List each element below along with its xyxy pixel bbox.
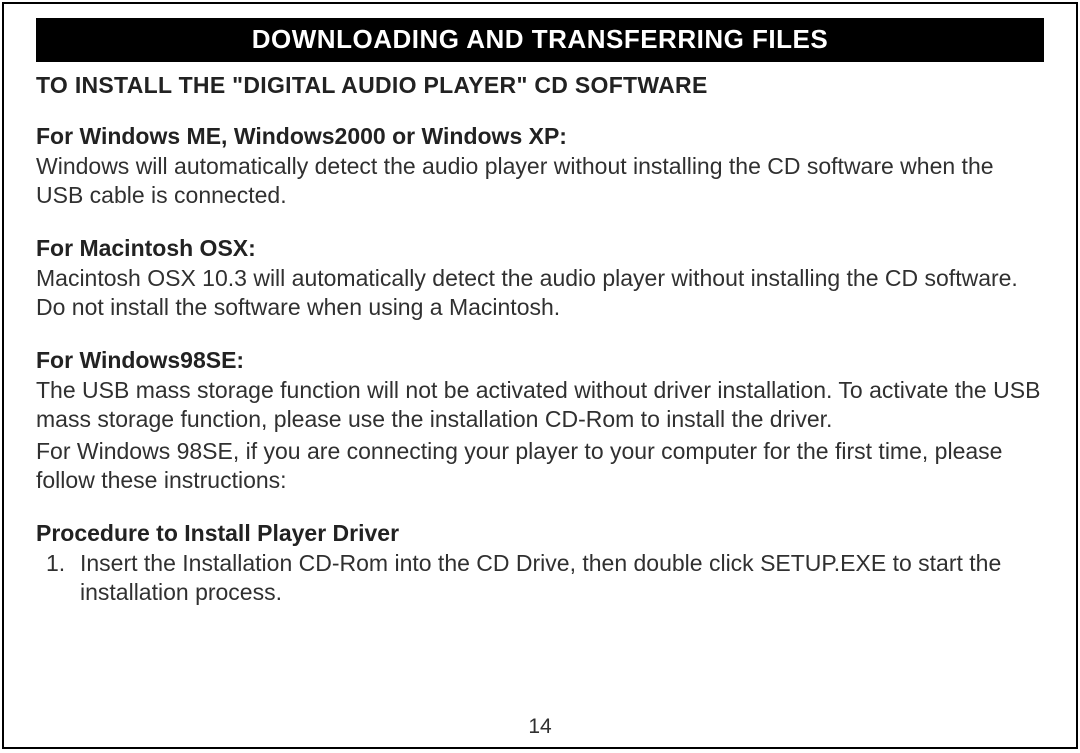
paragraph: The USB mass storage function will not b… <box>36 376 1044 435</box>
list-number: 1. <box>46 549 80 578</box>
heading: Procedure to Install Player Driver <box>36 520 1044 547</box>
paragraph: Windows will automatically detect the au… <box>36 152 1044 211</box>
section-windows-me-2000-xp: For Windows ME, Windows2000 or Windows X… <box>36 123 1044 211</box>
page-number: 14 <box>4 715 1076 739</box>
heading: For Windows ME, Windows2000 or Windows X… <box>36 123 1044 150</box>
paragraph: For Windows 98SE, if you are connecting … <box>36 437 1044 496</box>
list-text: Insert the Installation CD-Rom into the … <box>80 550 1001 605</box>
paragraph: Macintosh OSX 10.3 will automatically de… <box>36 264 1044 323</box>
section-banner: DOWNLOADING AND TRANSFERRING FILES <box>36 18 1044 62</box>
section-windows-98se: For Windows98SE: The USB mass storage fu… <box>36 347 1044 496</box>
list-item: 1.Insert the Installation CD-Rom into th… <box>80 549 1044 608</box>
manual-page: DOWNLOADING AND TRANSFERRING FILES TO IN… <box>2 2 1078 749</box>
section-procedure: Procedure to Install Player Driver 1.Ins… <box>36 520 1044 608</box>
section-macintosh-osx: For Macintosh OSX: Macintosh OSX 10.3 wi… <box>36 235 1044 323</box>
heading: For Macintosh OSX: <box>36 235 1044 262</box>
ordered-list: 1.Insert the Installation CD-Rom into th… <box>36 549 1044 608</box>
subtitle: TO INSTALL THE "DIGITAL AUDIO PLAYER" CD… <box>36 72 1044 99</box>
heading: For Windows98SE: <box>36 347 1044 374</box>
